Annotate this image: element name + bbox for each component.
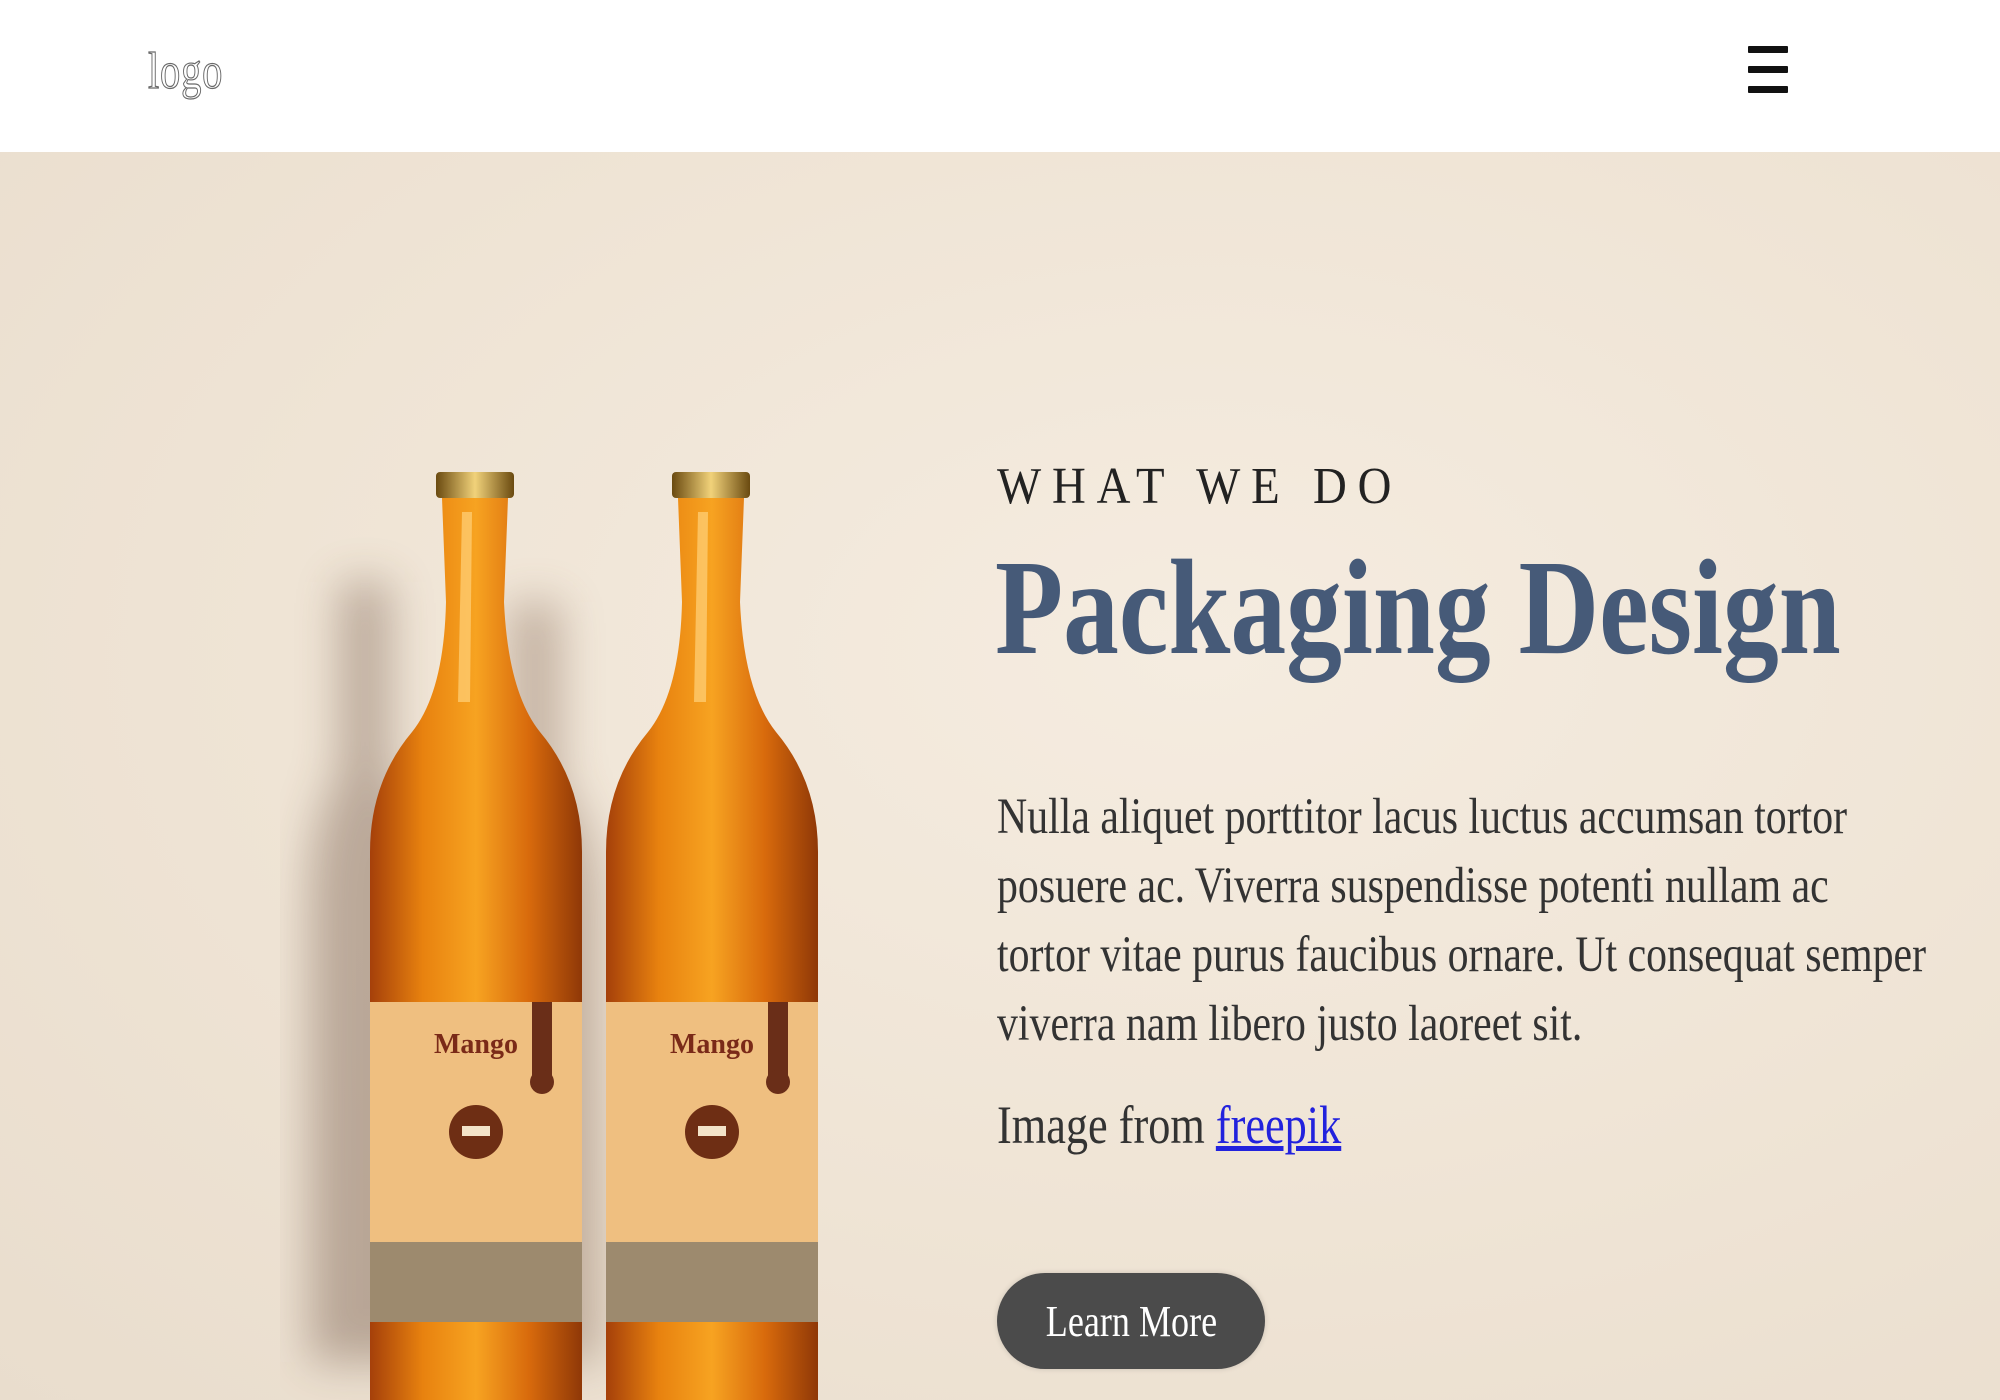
bottle-right: Mango — [606, 472, 818, 1400]
page: logo Mango Mango WHAT WE DO Packaging De… — [0, 0, 2000, 1400]
bottles-product-image: Mango Mango — [310, 472, 818, 1400]
logo[interactable]: logo — [148, 42, 223, 101]
hero-section: Mango Mango WHAT WE DO Packaging Design … — [0, 152, 2000, 1400]
bottle-label-text: Mango — [670, 1029, 754, 1060]
site-header: logo — [0, 0, 2000, 152]
image-credit: Image from freepik — [997, 1094, 1341, 1156]
bottle-label-text: Mango — [434, 1029, 518, 1060]
page-title: Packaging Design — [995, 533, 1841, 683]
menu-bar — [1748, 46, 1788, 53]
menu-bar — [1748, 66, 1788, 73]
freepik-link[interactable]: freepik — [1216, 1095, 1341, 1155]
learn-more-label: Learn More — [1045, 1296, 1217, 1346]
hamburger-menu-icon[interactable] — [1748, 46, 1788, 94]
menu-bar — [1748, 86, 1788, 93]
image-credit-prefix: Image from — [997, 1095, 1216, 1155]
hero-description: Nulla aliquet porttitor lacus luctus acc… — [997, 789, 1927, 1052]
learn-more-button[interactable]: Learn More — [997, 1273, 1265, 1369]
section-kicker: WHAT WE DO — [997, 458, 1403, 515]
